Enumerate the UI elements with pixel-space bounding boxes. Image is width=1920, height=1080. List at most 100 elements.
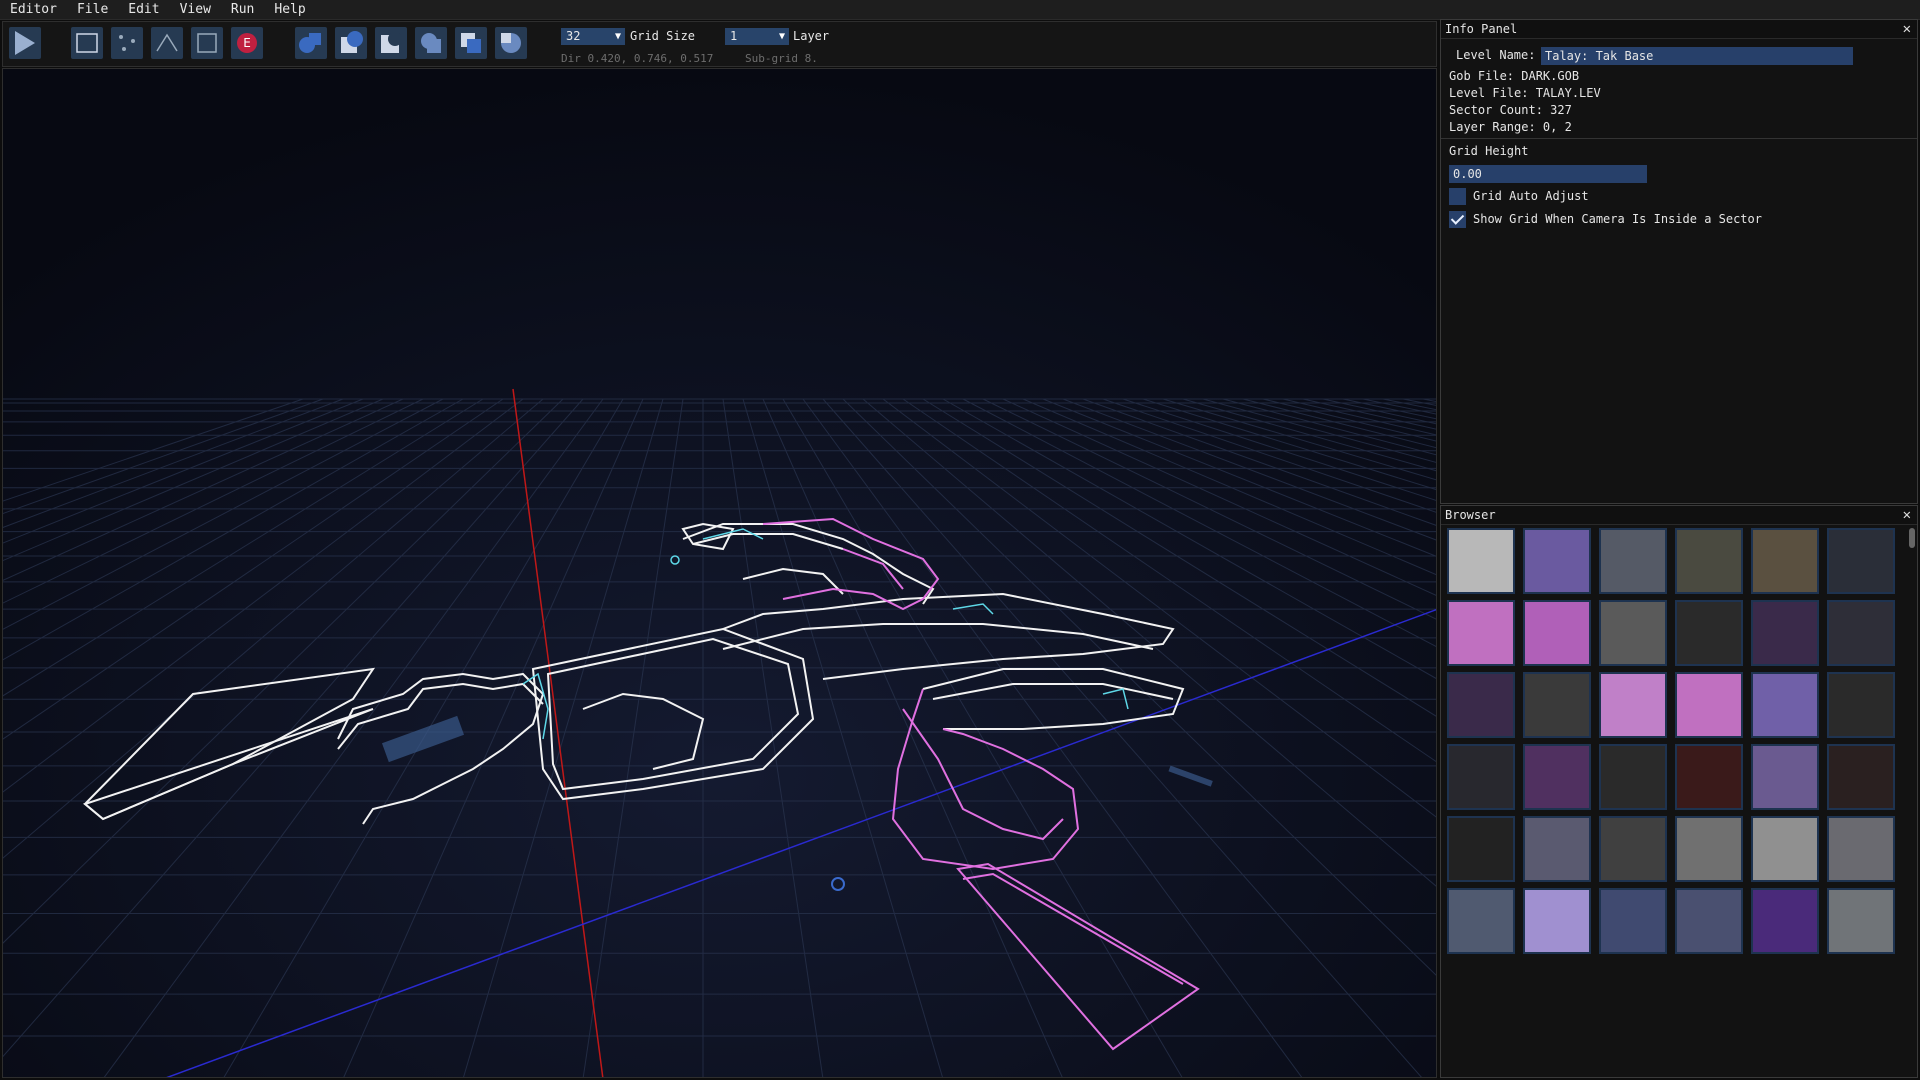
direction-readout: Dir 0.420, 0.746, 0.517 [561, 52, 714, 65]
tex-purple-machine[interactable] [1751, 744, 1819, 810]
tex-diag-dark[interactable] [1827, 600, 1895, 666]
browser-panel: Browser ✕ [1440, 505, 1918, 1078]
layer-label: Layer [793, 29, 830, 43]
layer-range-text: Layer Range: 0, 2 [1449, 120, 1572, 134]
sector-mode-button[interactable] [191, 27, 223, 59]
tex-pink-panel[interactable] [1447, 600, 1515, 666]
chevron-down-icon: ▼ [778, 31, 785, 42]
show-grid-checkbox[interactable] [1449, 211, 1466, 228]
tex-pink-blocks[interactable] [1523, 888, 1591, 954]
tex-gray-machine[interactable] [1599, 816, 1667, 882]
wall-mode-button[interactable] [151, 27, 183, 59]
sector-mode-icon [197, 33, 217, 53]
tex-purple-lattice[interactable] [1751, 672, 1819, 738]
tex-gray-grid[interactable] [1523, 672, 1591, 738]
csg-split-button[interactable] [495, 27, 527, 59]
tex-dark-strip[interactable] [1827, 528, 1895, 594]
browser-scrollbar[interactable] [1909, 528, 1915, 548]
grid-size-value: 32 [566, 29, 581, 43]
tex-pink-maze[interactable] [1675, 672, 1743, 738]
menu-help[interactable]: Help [264, 0, 315, 19]
csg-union-icon [299, 33, 321, 53]
sector-count-text: Sector Count: 327 [1449, 103, 1572, 117]
close-icon[interactable]: ✕ [1903, 507, 1911, 523]
info-panel-title: Info Panel [1441, 20, 1917, 39]
subgrid-readout: Sub-grid 8. [745, 52, 818, 65]
csg-intersect-button[interactable] [375, 27, 407, 59]
tex-round-emblem[interactable] [1447, 528, 1515, 594]
svg-text:E: E [243, 36, 251, 50]
wall-mode-icon [156, 33, 178, 52]
tex-metal-x[interactable] [1599, 528, 1667, 594]
csg-merge-button[interactable] [415, 27, 447, 59]
grid-auto-adjust-checkbox[interactable] [1449, 188, 1466, 205]
tex-dark-dots[interactable] [1599, 744, 1667, 810]
level-name-label: Level Name: [1456, 48, 1536, 62]
tex-blue-cross[interactable] [1675, 888, 1743, 954]
gob-file-text: Gob File: DARK.GOB [1449, 69, 1580, 83]
tex-diag-purple-2[interactable] [1447, 672, 1515, 738]
select-rect-button[interactable] [71, 27, 103, 59]
csg-merge-icon [421, 33, 441, 53]
level-file-text: Level File: TALAY.LEV [1449, 86, 1601, 100]
entity-mode-icon: E [237, 33, 257, 53]
menu-edit[interactable]: Edit [118, 0, 169, 19]
grid-size-select[interactable]: 32 ▼ [561, 28, 625, 45]
tex-dark-band[interactable] [1675, 600, 1743, 666]
grid-height-input[interactable]: 0.00 [1449, 165, 1647, 183]
tex-violet-noise[interactable] [1751, 888, 1819, 954]
tex-gray-noise[interactable] [1827, 816, 1895, 882]
tex-red-strip[interactable] [1827, 744, 1895, 810]
tex-circuit[interactable] [1447, 744, 1515, 810]
tex-red-lights[interactable] [1599, 600, 1667, 666]
csg-union-button[interactable] [295, 27, 327, 59]
menu-run[interactable]: Run [221, 0, 264, 19]
level-wireframe-render [3, 69, 1436, 1077]
layer-value: 1 [730, 29, 738, 43]
entity-mode-button[interactable]: E [231, 27, 263, 59]
csg-split-icon [501, 33, 521, 53]
csg-xor-button[interactable] [455, 27, 487, 59]
tex-diag-purple[interactable] [1751, 600, 1819, 666]
tex-pink-frame[interactable] [1523, 816, 1591, 882]
play-button[interactable] [9, 27, 41, 59]
grid-auto-adjust-label: Grid Auto Adjust [1473, 189, 1589, 203]
tex-pink-vertical[interactable] [1523, 600, 1591, 666]
menu-editor[interactable]: Editor [0, 0, 67, 19]
tex-gray-door[interactable] [1827, 888, 1895, 954]
vertex-mode-icon [119, 35, 135, 51]
level-name-input[interactable]: Talay: Tak Base [1541, 47, 1853, 65]
csg-subtract-button[interactable] [335, 27, 367, 59]
tex-red-stack[interactable] [1447, 816, 1515, 882]
tex-hazard-door[interactable] [1675, 528, 1743, 594]
divider [1441, 138, 1917, 139]
grid-height-label: Grid Height [1449, 144, 1529, 158]
menu-file[interactable]: File [67, 0, 118, 19]
tex-purple-ring[interactable] [1523, 528, 1591, 594]
csg-subtract-icon [341, 31, 363, 53]
tex-gray-gradient[interactable] [1675, 816, 1743, 882]
play-icon [15, 31, 35, 55]
csg-xor-icon [461, 33, 481, 53]
tex-blue-rock[interactable] [1447, 888, 1515, 954]
show-grid-label: Show Grid When Camera Is Inside a Sector [1473, 212, 1762, 226]
tex-pink-noise[interactable] [1599, 672, 1667, 738]
3d-viewport[interactable] [2, 68, 1437, 1078]
vertex-mode-button[interactable] [111, 27, 143, 59]
browser-panel-title: Browser [1441, 506, 1917, 525]
tex-dark-tubes[interactable] [1827, 672, 1895, 738]
chevron-down-icon: ▼ [614, 31, 621, 42]
close-icon[interactable]: ✕ [1903, 21, 1911, 37]
tex-blue-rings[interactable] [1599, 888, 1667, 954]
tex-red-dots[interactable] [1675, 744, 1743, 810]
tex-brown-door[interactable] [1751, 528, 1819, 594]
tex-light-door[interactable] [1751, 816, 1819, 882]
tex-purple-bars[interactable] [1523, 744, 1591, 810]
toolbar: E 32 ▼ Grid Size 1 ▼ Layer Dir 0.420, 0.… [2, 21, 1437, 67]
layer-select[interactable]: 1 ▼ [725, 28, 789, 45]
grid-size-label: Grid Size [630, 29, 696, 43]
menu-bar: Editor File Edit View Run Help [0, 0, 1920, 20]
menu-view[interactable]: View [170, 0, 221, 19]
info-panel: Info Panel ✕ Level Name: Talay: Tak Base… [1440, 19, 1918, 504]
csg-intersect-icon [381, 32, 402, 53]
